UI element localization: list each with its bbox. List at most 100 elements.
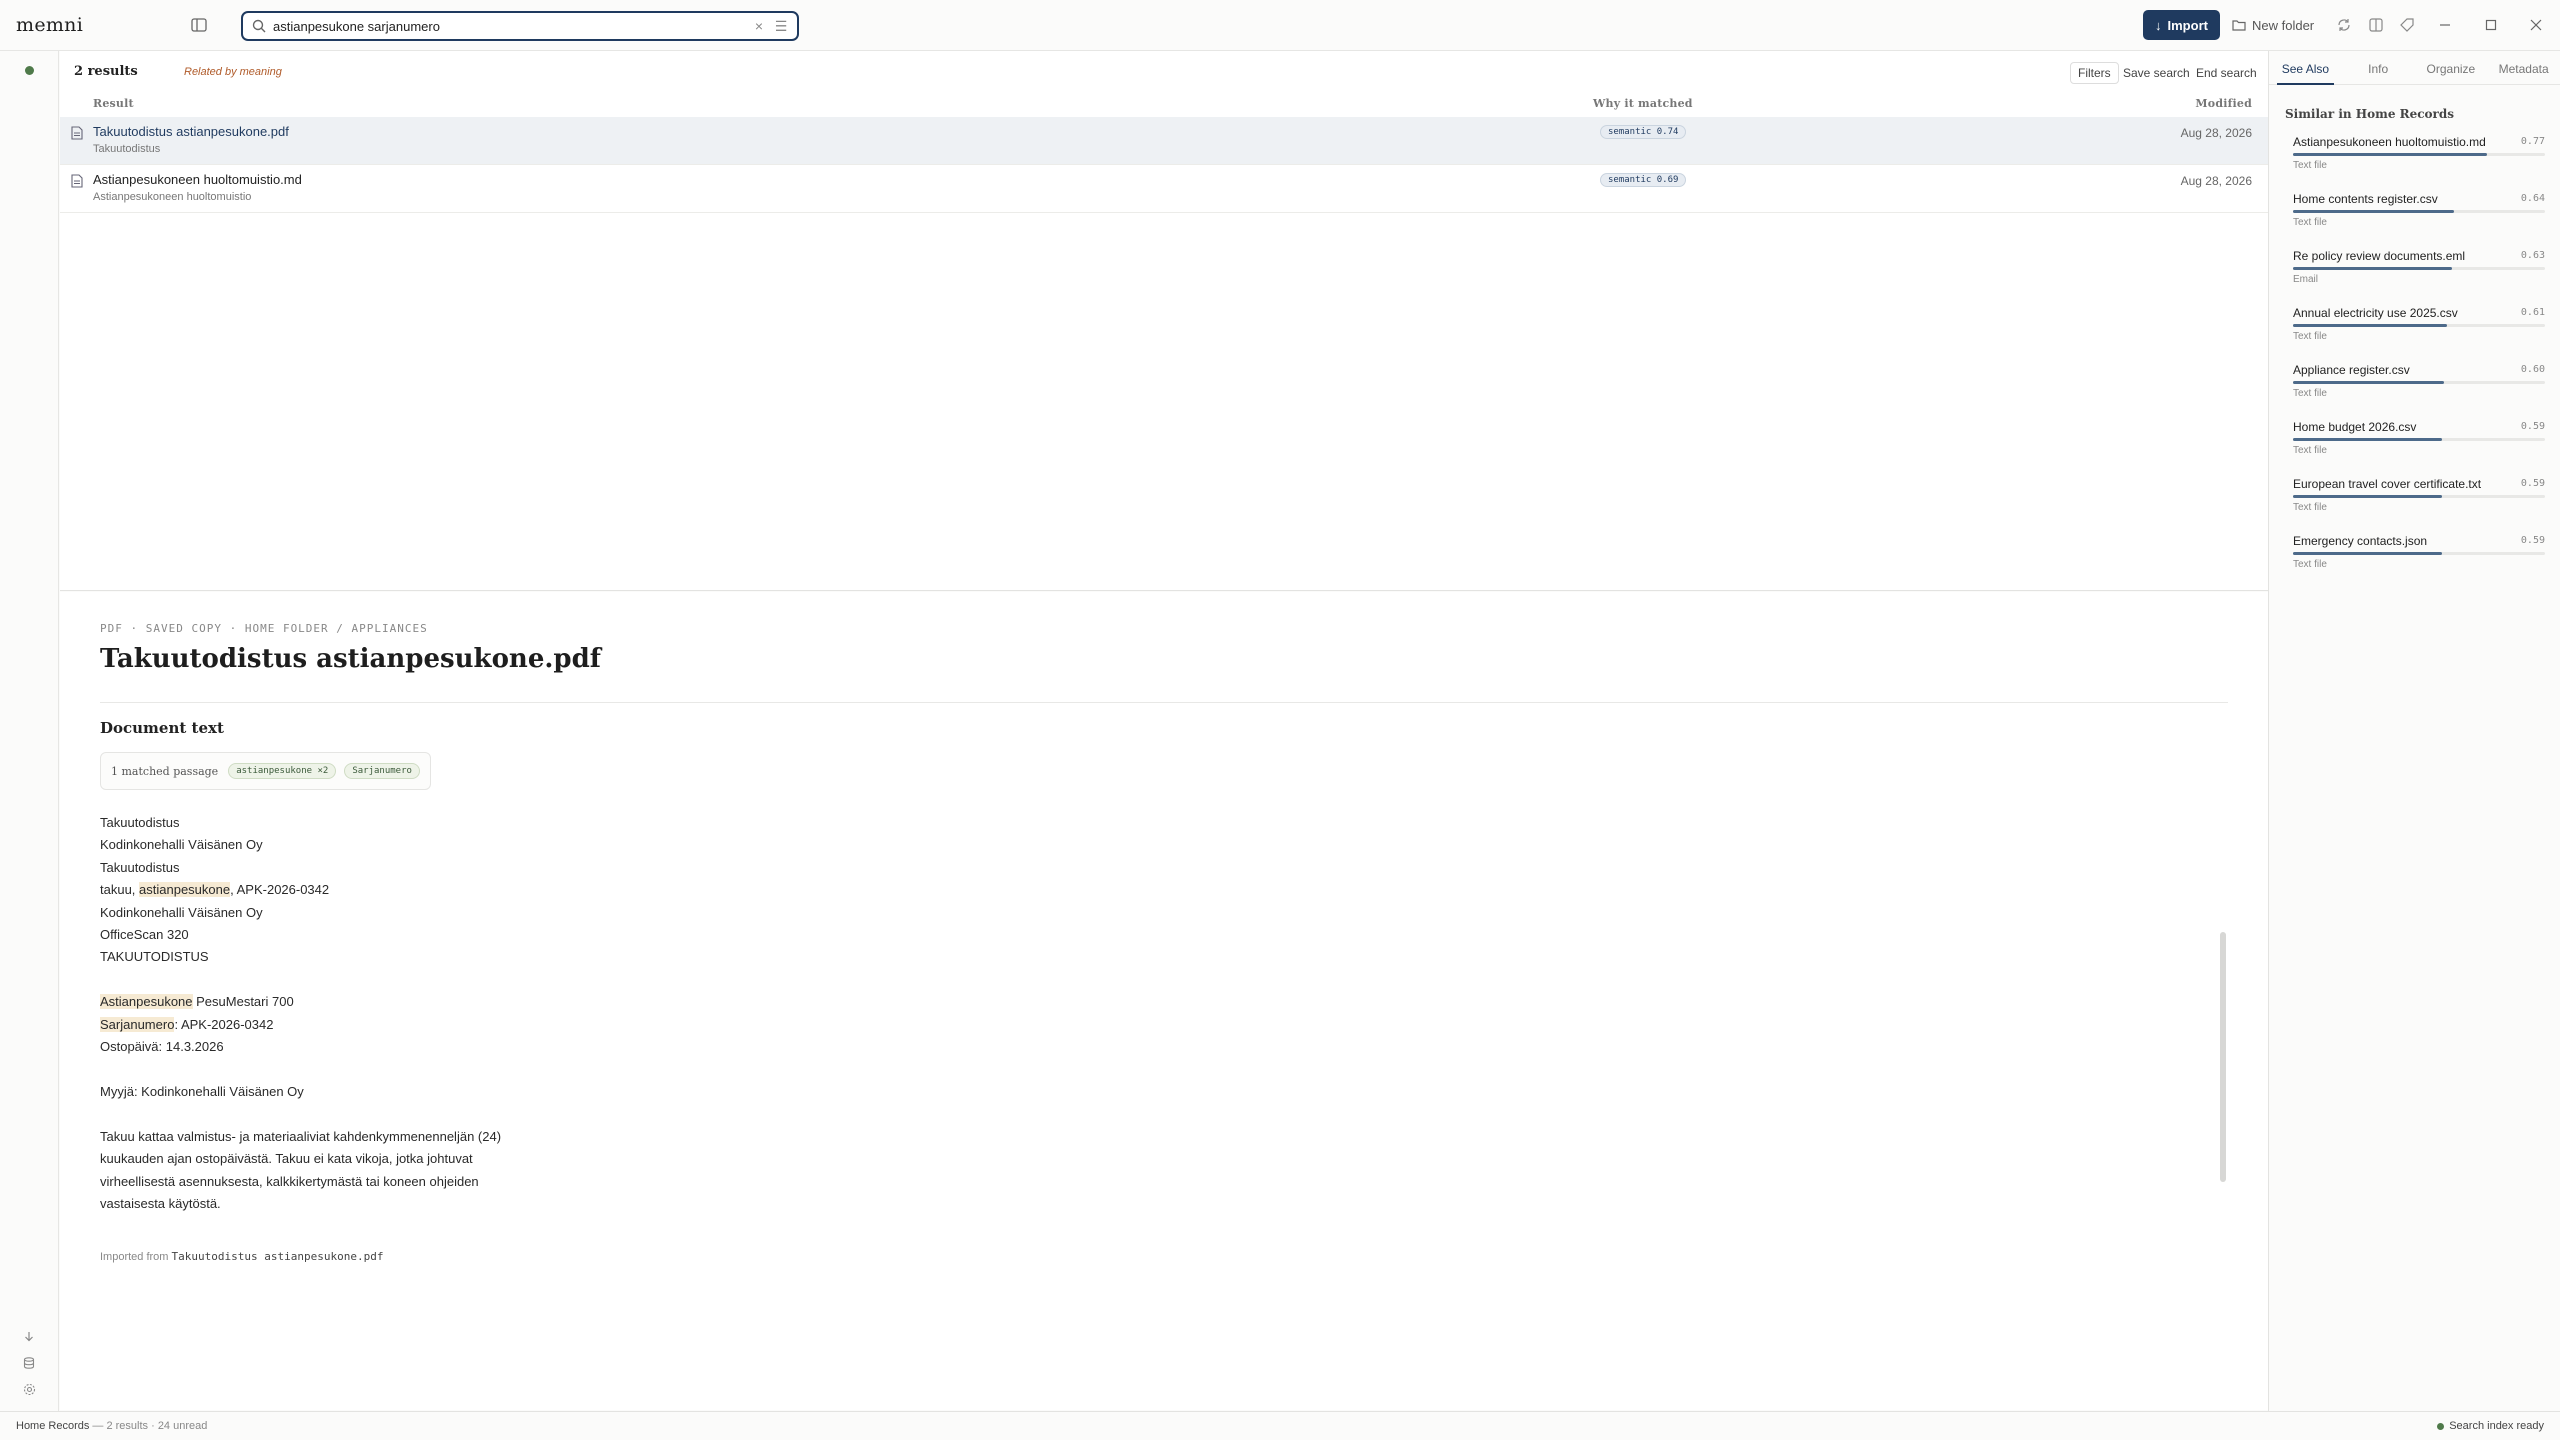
sidebar-toggle-button[interactable] — [186, 13, 212, 37]
document-icon — [71, 126, 83, 140]
breadcrumb: PDF · SAVED COPY · HOME FOLDER / APPLIAN… — [100, 622, 428, 635]
match-badge: semantic 0.74 — [1600, 125, 1687, 139]
library-name[interactable]: Home Records — [16, 1420, 89, 1432]
maximize-icon[interactable] — [2481, 15, 2501, 35]
search-mode-label: Related by meaning — [184, 66, 282, 78]
end-search-button[interactable]: End search — [2196, 62, 2257, 84]
similar-item-score: 0.64 — [2520, 193, 2545, 204]
search-box[interactable]: × ☰ — [241, 11, 799, 41]
close-icon[interactable] — [2526, 15, 2546, 35]
index-status: Search index ready — [2449, 1420, 2544, 1432]
download-icon[interactable] — [19, 1327, 39, 1347]
similar-item-name[interactable]: Home budget 2026.csv — [2293, 420, 2416, 434]
similarity-bar — [2293, 324, 2545, 327]
similar-item[interactable]: Home budget 2026.csv 0.59 Text file — [2293, 420, 2545, 474]
tab-metadata[interactable]: Metadata — [2487, 51, 2560, 84]
similar-item[interactable]: Annual electricity use 2025.csv 0.61 Text … — [2293, 306, 2545, 360]
minimize-icon[interactable] — [2435, 15, 2455, 35]
highlight: Sarjanumero — [100, 1016, 175, 1032]
highlight: astianpesukone — [139, 882, 231, 898]
similar-item-score: 0.63 — [2520, 250, 2545, 261]
search-options-icon[interactable]: ☰ — [773, 18, 789, 34]
similar-item-score: 0.59 — [2520, 535, 2545, 546]
settings-gear-icon[interactable] — [19, 1379, 39, 1399]
result-title[interactable]: Astianpesukoneen huoltomuistio.md — [93, 172, 302, 187]
results-count: 2 results — [74, 64, 138, 79]
similar-item-type: Text file — [2293, 217, 2327, 228]
similar-item[interactable]: Astianpesukoneen huoltomuistio.md 0.77 Tex… — [2293, 135, 2545, 189]
column-header-why[interactable]: Why it matched — [1593, 97, 1693, 115]
imported-from: Imported from Takuutodistus astianpesuko… — [100, 1250, 384, 1263]
search-input[interactable] — [273, 18, 745, 34]
status-bar: Home Records — 2 results · 24 unread Sea… — [0, 1411, 2560, 1440]
tab-see-also[interactable]: See Also — [2269, 51, 2342, 85]
similarity-bar — [2293, 210, 2545, 213]
database-icon[interactable] — [19, 1353, 39, 1373]
tab-organize[interactable]: Organize — [2415, 51, 2488, 84]
scrollbar[interactable] — [2220, 932, 2226, 1182]
similar-item[interactable]: Re policy review documents.eml 0.63 Email — [2293, 249, 2545, 303]
column-header-result[interactable]: Result — [93, 97, 134, 115]
result-title[interactable]: Takuutodistus astianpesukone.pdf — [93, 124, 289, 139]
panel-layout-icon[interactable] — [2366, 15, 2386, 35]
similar-item-score: 0.59 — [2520, 478, 2545, 489]
document-preview: PDF · SAVED COPY · HOME FOLDER / APPLIAN… — [60, 592, 2268, 1410]
imported-filename[interactable]: Takuutodistus astianpesukone.pdf — [172, 1250, 384, 1263]
similar-item-type: Text file — [2293, 502, 2327, 513]
save-search-button[interactable]: Save search — [2123, 62, 2190, 84]
similar-item-name[interactable]: Re policy review documents.eml — [2293, 249, 2465, 263]
similar-item-name[interactable]: Astianpesukoneen huoltomuistio.md — [2293, 135, 2486, 149]
search-icon — [252, 19, 266, 33]
similar-item-type: Email — [2293, 274, 2319, 285]
similar-item-name[interactable]: Emergency contacts.json — [2293, 534, 2427, 548]
document-icon — [71, 174, 83, 188]
new-folder-label: New folder — [2252, 17, 2315, 33]
result-subtitle: Astianpesukoneen huoltomuistio — [93, 191, 252, 203]
similar-item-type: Text file — [2293, 331, 2327, 342]
similar-item-name[interactable]: Annual electricity use 2025.csv — [2293, 306, 2458, 320]
term-chip[interactable]: Sarjanumero — [344, 763, 420, 779]
similar-item[interactable]: Emergency contacts.json 0.59 Text file — [2293, 534, 2545, 588]
similar-item-type: Text file — [2293, 445, 2327, 456]
similar-item-type: Text file — [2293, 160, 2327, 171]
index-status-icon — [2437, 1422, 2445, 1430]
status-summary: — 2 results · 24 unread — [89, 1420, 208, 1432]
result-row[interactable]: Astianpesukoneen huoltomuistio.md Astian… — [60, 165, 2268, 213]
similar-item-score: 0.61 — [2520, 307, 2545, 318]
result-row[interactable]: Takuutodistus astianpesukone.pdf Takuuto… — [60, 117, 2268, 165]
highlight: Astianpesukone — [100, 994, 193, 1010]
arrow-down-icon: ↓ — [2155, 17, 2162, 33]
folder-icon — [2232, 20, 2246, 31]
similar-item[interactable]: European travel cover certificate.txt 0.5… — [2293, 477, 2545, 531]
column-header-modified[interactable]: Modified — [2195, 97, 2252, 115]
result-date: Aug 28, 2026 — [2180, 126, 2252, 140]
similarity-bar — [2293, 438, 2545, 441]
similarity-bar — [2293, 267, 2545, 270]
term-chip[interactable]: astianpesukone ×2 — [228, 763, 337, 779]
clear-icon[interactable]: × — [751, 18, 767, 34]
similarity-bar — [2293, 552, 2545, 555]
result-date: Aug 28, 2026 — [2180, 174, 2252, 188]
similar-item-name[interactable]: Home contents register.csv — [2293, 192, 2438, 206]
app-logo: memni — [16, 14, 84, 36]
import-label: Import — [2167, 17, 2208, 33]
similar-item-name[interactable]: European travel cover certificate.txt — [2293, 477, 2481, 491]
similar-item[interactable]: Home contents register.csv 0.64 Text file — [2293, 192, 2545, 246]
similarity-bar — [2293, 495, 2545, 498]
new-folder-button[interactable]: New folder — [2232, 10, 2314, 40]
tag-icon[interactable] — [2397, 15, 2417, 35]
filters-button[interactable]: Filters — [2070, 62, 2119, 84]
similar-item-type: Text file — [2293, 388, 2327, 399]
similar-item-type: Text file — [2293, 559, 2327, 570]
matched-passages-box[interactable]: 1 matched passage astianpesukone ×2 Sarj… — [100, 752, 431, 790]
results-header: 2 results Related by meaning Filters Sav… — [60, 51, 2268, 93]
similar-item[interactable]: Appliance register.csv 0.60 Text file — [2293, 363, 2545, 417]
similarity-bar — [2293, 153, 2545, 156]
tab-info[interactable]: Info — [2342, 51, 2415, 84]
import-button[interactable]: ↓ Import — [2143, 10, 2220, 40]
divider — [100, 702, 2228, 703]
similar-item-name[interactable]: Appliance register.csv — [2293, 363, 2410, 377]
match-badge: semantic 0.69 — [1600, 173, 1687, 187]
similarity-bar-fill — [2293, 438, 2442, 441]
sync-icon[interactable] — [2334, 15, 2354, 35]
